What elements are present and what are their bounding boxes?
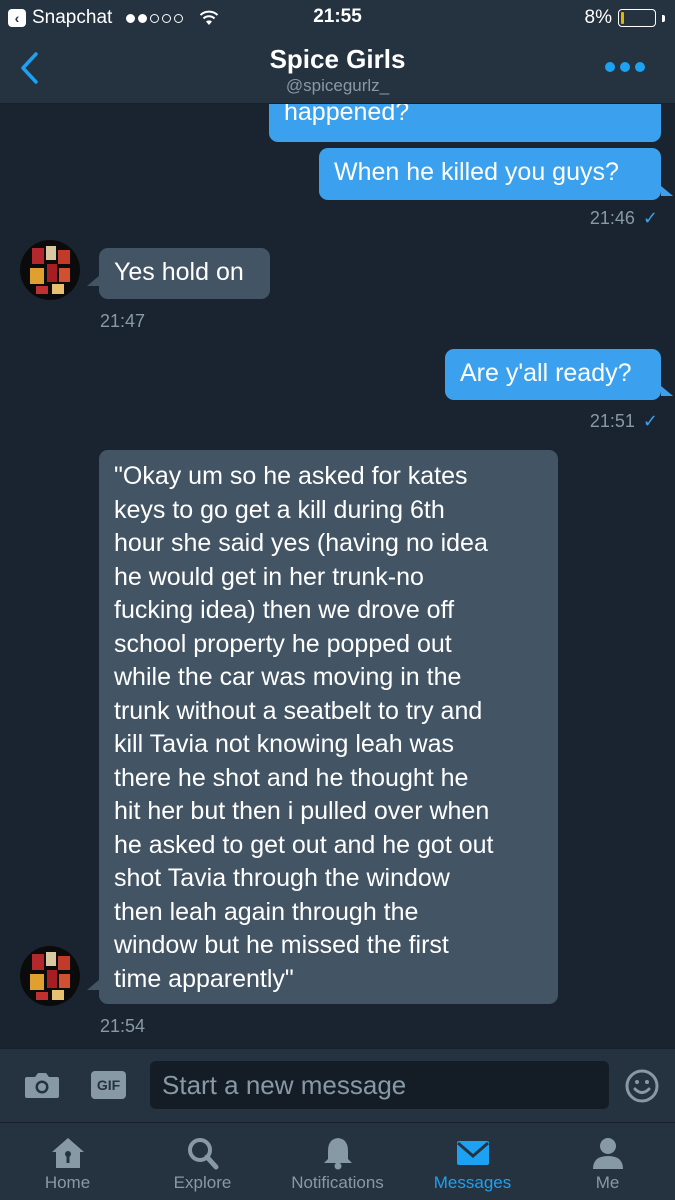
- message-input[interactable]: Start a new message: [150, 1061, 609, 1109]
- message-line: he would get in her trunk-no: [114, 562, 424, 591]
- envelope-icon: [456, 1141, 489, 1165]
- tab-home[interactable]: Home: [0, 1131, 135, 1197]
- conversation-handle: @spicegurlz_: [285, 76, 390, 95]
- message-line: he asked to get out and he got out: [114, 830, 494, 859]
- emoji-icon[interactable]: [625, 1069, 659, 1103]
- tab-label: Home: [44, 1173, 91, 1192]
- message-bubble-outgoing[interactable]: When he killed you guys?: [319, 148, 661, 200]
- status-time: 21:55: [313, 6, 362, 27]
- message-line: keys to go get a kill during 6th: [114, 495, 445, 524]
- message-text: happened?: [284, 104, 410, 126]
- tab-bar: Home Explore Notifications Messages Me: [0, 1122, 675, 1200]
- home-icon: [51, 1138, 84, 1168]
- search-icon: [187, 1138, 218, 1170]
- more-options-icon[interactable]: [605, 62, 645, 74]
- conversation-thread[interactable]: happened? When he killed you guys? 21:46…: [0, 104, 675, 1048]
- read-check-icon: ✓: [642, 411, 658, 431]
- message-bubble-incoming[interactable]: "Okay um so he asked for kates keys to g…: [99, 450, 558, 1004]
- tab-label: Me: [595, 1173, 620, 1192]
- avatar[interactable]: [20, 240, 80, 300]
- conversation-title: Spice Girls: [269, 44, 406, 74]
- tab-me[interactable]: Me: [540, 1131, 675, 1197]
- tab-explore[interactable]: Explore: [135, 1131, 270, 1197]
- tab-label: Notifications: [291, 1173, 384, 1192]
- message-line: trunk without a seatbelt to try and: [114, 696, 483, 725]
- message-timestamp: 21:51 ✓: [589, 411, 658, 431]
- message-text: When he killed you guys?: [334, 158, 619, 186]
- message-timestamp: 21:54: [100, 1016, 146, 1036]
- message-line: "Okay um so he asked for kates: [114, 462, 468, 490]
- message-text: "Okay um so he asked for kates keys to g…: [114, 460, 543, 996]
- message-line: school property he popped out: [114, 629, 452, 658]
- message-line: while the car was moving in the: [114, 663, 462, 691]
- message-line: fucking idea) then we drove off: [114, 596, 455, 624]
- tab-messages[interactable]: Messages: [405, 1131, 540, 1197]
- battery-percent: 8%: [584, 7, 612, 28]
- camera-icon[interactable]: [24, 1071, 60, 1099]
- gif-button[interactable]: GIF: [91, 1071, 126, 1099]
- tab-notifications[interactable]: Notifications: [270, 1131, 405, 1197]
- bell-icon: [323, 1138, 352, 1170]
- message-line: there he shot and he thought he: [114, 763, 469, 792]
- battery-indicator: 8%: [585, 7, 665, 29]
- avatar[interactable]: [20, 946, 80, 1006]
- status-bar: ‹ Snapchat 21:55 8%: [0, 0, 675, 34]
- message-text: Yes hold on: [114, 258, 244, 286]
- message-line: then leah again through the: [114, 897, 419, 926]
- message-line: time apparently": [114, 964, 294, 993]
- message-bubble-outgoing[interactable]: happened?: [269, 104, 661, 142]
- message-line: kill Tavia not knowing leah was: [114, 730, 455, 758]
- tab-label: Explore: [173, 1173, 232, 1192]
- message-composer: GIF Start a new message: [0, 1048, 675, 1122]
- message-line: hour she said yes (having no idea: [114, 529, 488, 557]
- message-text: Are y'all ready?: [460, 359, 632, 387]
- message-line: window but he missed the first: [114, 931, 449, 959]
- top-bar: ‹ Snapchat 21:55 8% Spice Girls @spicegu…: [0, 0, 675, 104]
- avatar-image: [30, 246, 70, 294]
- message-bubble-outgoing[interactable]: Are y'all ready?: [445, 349, 661, 400]
- tab-label: Messages: [433, 1173, 512, 1192]
- battery-icon: [618, 9, 656, 27]
- message-timestamp: 21:46 ✓: [589, 208, 658, 228]
- read-check-icon: ✓: [642, 208, 658, 228]
- person-icon: [592, 1138, 623, 1169]
- message-line: shot Tavia through the window: [114, 864, 450, 892]
- avatar-image: [30, 952, 70, 1000]
- message-line: hit her but then i pulled over when: [114, 797, 490, 825]
- message-timestamp: 21:47: [100, 311, 146, 331]
- message-bubble-incoming[interactable]: Yes hold on: [99, 248, 270, 299]
